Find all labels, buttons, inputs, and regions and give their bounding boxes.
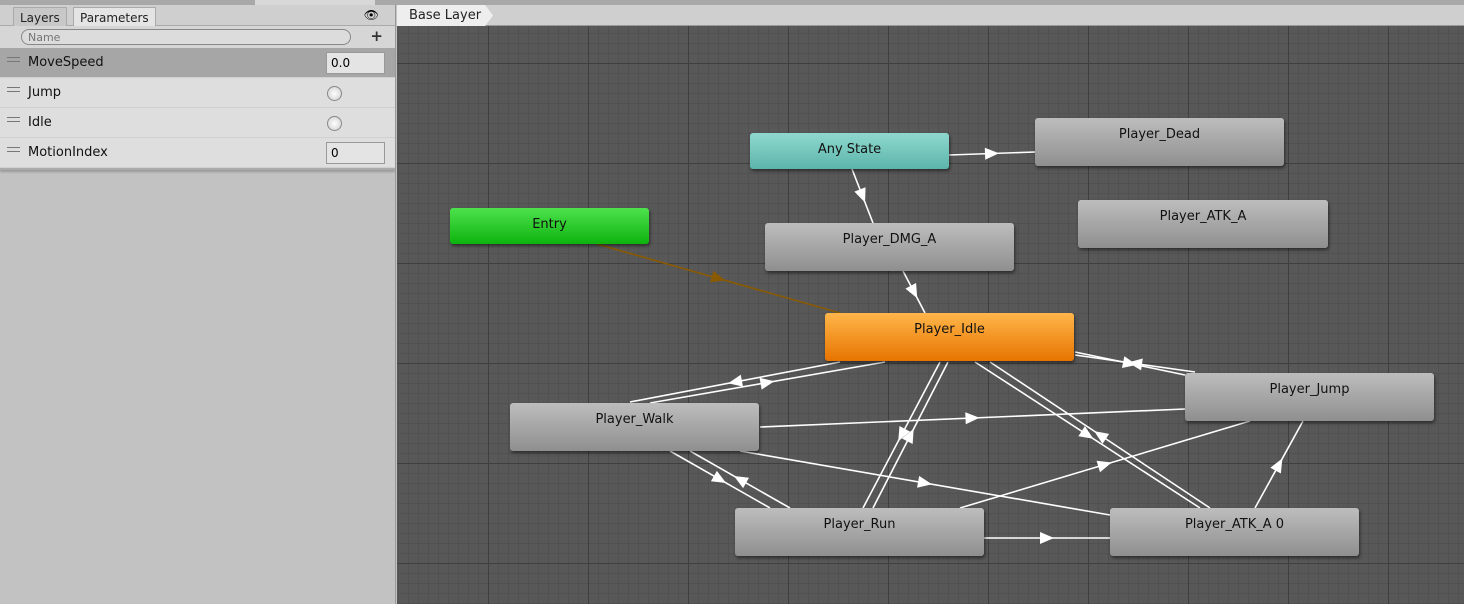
state-node-any[interactable]: Any State <box>750 133 949 169</box>
panel-tabs: Layers Parameters 👁 <box>0 5 395 26</box>
state-label: Player_Idle <box>914 322 985 337</box>
state-label: Any State <box>817 142 882 157</box>
transition-idle-run[interactable] <box>862 361 941 509</box>
parameter-row[interactable]: Idle <box>0 108 395 138</box>
state-node-jump[interactable]: Player_Jump <box>1185 373 1434 421</box>
arrow-head-icon <box>1270 458 1283 474</box>
transition-any-dmg[interactable] <box>851 168 874 224</box>
arrow-head-icon <box>710 470 727 483</box>
parameter-name: MotionIndex <box>28 145 108 160</box>
state-node-atk[interactable]: Player_ATK_A <box>1078 200 1328 248</box>
arrow-head-icon <box>1078 426 1094 439</box>
arrow-head-icon <box>917 475 932 488</box>
state-label: Player_Dead <box>1118 127 1201 142</box>
parameter-list: MoveSpeed 0.0 Jump Idle MotionIndex 0 <box>0 48 395 170</box>
drag-handle-icon[interactable] <box>7 147 20 152</box>
state-node-dead[interactable]: Player_Dead <box>1035 118 1284 166</box>
parameters-panel: Layers Parameters 👁 + MoveSpeed 0.0 Jump … <box>0 5 396 604</box>
arrow-head-icon <box>1040 532 1054 544</box>
state-label: Entry <box>532 217 567 232</box>
animator-graph-canvas[interactable]: Any State Player_Dead Entry Player_ATK_A Pla… <box>397 5 1464 604</box>
state-node-run[interactable]: Player_Run <box>735 508 984 556</box>
state-label: Player_Jump <box>1269 382 1350 397</box>
parameter-row[interactable]: Jump <box>0 78 395 108</box>
plus-icon[interactable]: + <box>370 27 383 45</box>
arrow-head-icon <box>733 476 750 489</box>
parameter-name: MoveSpeed <box>28 55 104 70</box>
transition-walk-atk0[interactable] <box>739 450 1111 516</box>
transition-jump-idle[interactable] <box>1074 354 1196 373</box>
state-label: Player_ATK_A <box>1159 209 1247 224</box>
transition-run-idle[interactable] <box>872 361 949 509</box>
arrow-head-icon <box>854 187 866 203</box>
transition-run-walk[interactable] <box>689 450 791 509</box>
transition-atk0-jump[interactable] <box>1254 420 1304 509</box>
tab-layers[interactable]: Layers <box>13 7 67 26</box>
parameter-name: Idle <box>28 115 52 130</box>
transition-walk-run[interactable] <box>669 450 771 509</box>
transition-walk-idle[interactable] <box>649 361 886 404</box>
transition-run-atk0[interactable] <box>984 532 1110 544</box>
transition-atk0-idle[interactable] <box>989 361 1211 509</box>
breadcrumb[interactable]: Base Layer <box>397 5 493 26</box>
parameter-row[interactable]: MoveSpeed 0.0 <box>0 48 395 78</box>
state-node-entry[interactable]: Entry <box>450 208 649 244</box>
search-input[interactable] <box>21 29 351 45</box>
arrow-head-icon <box>905 283 918 299</box>
drag-handle-icon[interactable] <box>7 117 20 122</box>
state-node-idle[interactable]: Player_Idle <box>825 313 1074 361</box>
state-node-atk0[interactable]: Player_ATK_A 0 <box>1110 508 1359 556</box>
transition-walk-jump[interactable] <box>759 408 1186 428</box>
tab-parameters[interactable]: Parameters <box>73 7 156 26</box>
transition-idle-atk0[interactable] <box>974 361 1201 509</box>
parameter-row[interactable]: MotionIndex 0 <box>0 138 395 168</box>
state-label: Player_ATK_A 0 <box>1184 517 1285 532</box>
state-node-walk[interactable]: Player_Walk <box>510 403 759 451</box>
state-label: Player_DMG_A <box>842 232 937 247</box>
drag-handle-icon[interactable] <box>7 57 20 62</box>
arrow-head-icon <box>965 412 980 425</box>
eye-icon[interactable]: 👁 <box>364 8 379 22</box>
arrow-head-icon <box>1096 460 1112 473</box>
arrow-head-icon <box>1094 431 1110 444</box>
state-label: Player_Walk <box>595 412 674 427</box>
breadcrumb-bar: Base Layer <box>397 5 1464 26</box>
trigger-radio[interactable] <box>327 116 342 131</box>
state-node-dmg[interactable]: Player_DMG_A <box>765 223 1014 271</box>
parameter-name: Jump <box>28 85 61 100</box>
arrow-head-icon <box>984 147 999 160</box>
trigger-radio[interactable] <box>327 86 342 101</box>
transition-any-dead[interactable] <box>948 147 1036 160</box>
state-label: Player_Run <box>823 517 896 532</box>
arrow-head-icon <box>710 270 726 283</box>
drag-handle-icon[interactable] <box>7 87 20 92</box>
float-value-field[interactable]: 0.0 <box>326 52 385 74</box>
transition-idle-walk[interactable] <box>629 361 841 403</box>
int-value-field[interactable]: 0 <box>326 142 385 164</box>
transition-dmg-idle[interactable] <box>902 270 926 314</box>
